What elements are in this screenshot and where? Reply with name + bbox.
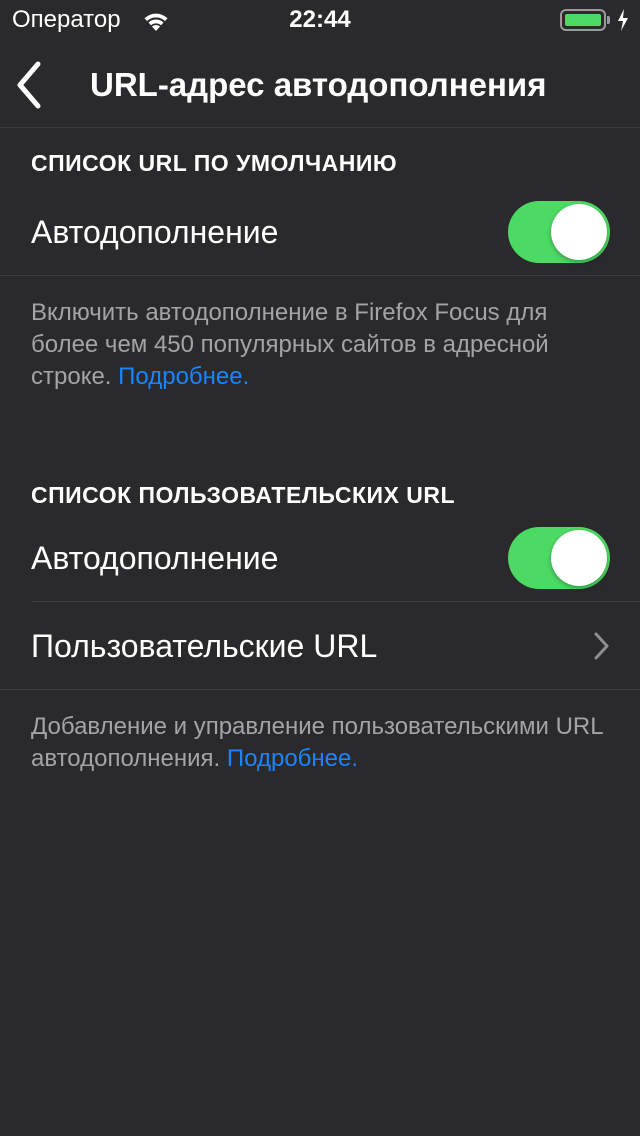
battery-icon	[560, 9, 606, 31]
autocomplete-custom-label: Автодополнение	[31, 540, 279, 576]
learn-more-link[interactable]: Подробнее.	[227, 745, 358, 772]
battery-cap	[607, 16, 610, 24]
page-title: URL-адрес автодополнения	[90, 66, 547, 103]
back-button[interactable]	[8, 60, 54, 110]
chevron-right-icon	[594, 632, 609, 660]
custom-urls-row[interactable]: Пользовательские URL	[0, 602, 640, 690]
autocomplete-custom-row: Автодополнение	[0, 514, 640, 602]
section-header-default-list: СПИСОК URL ПО УМОЛЧАНИЮ	[31, 150, 398, 176]
autocomplete-default-toggle[interactable]	[508, 201, 610, 263]
section-header-custom-list: СПИСОК ПОЛЬЗОВАТЕЛЬСКИХ URL	[31, 482, 456, 508]
chevron-left-icon	[17, 61, 41, 109]
autocomplete-default-row: Автодополнение	[0, 188, 640, 276]
clock: 22:44	[289, 6, 351, 33]
battery-level-fill	[565, 14, 601, 26]
default-list-footer: Включить автодополнение в Firefox Focus …	[31, 297, 611, 393]
status-bar: Оператор 22:44	[0, 0, 640, 40]
learn-more-link[interactable]: Подробнее.	[118, 363, 249, 390]
divider	[0, 275, 640, 276]
autocomplete-default-label: Автодополнение	[31, 214, 279, 250]
toggle-knob	[551, 530, 607, 586]
autocomplete-custom-toggle[interactable]	[508, 527, 610, 589]
navigation-bar: URL-адрес автодополнения	[0, 40, 640, 128]
toggle-knob	[551, 204, 607, 260]
charging-bolt-icon	[618, 9, 628, 31]
custom-urls-label: Пользовательские URL	[31, 628, 378, 664]
default-list-footer-text: Включить автодополнение в Firefox Focus …	[31, 299, 549, 390]
divider	[0, 689, 640, 690]
custom-list-footer: Добавление и управление пользовательским…	[31, 711, 611, 775]
